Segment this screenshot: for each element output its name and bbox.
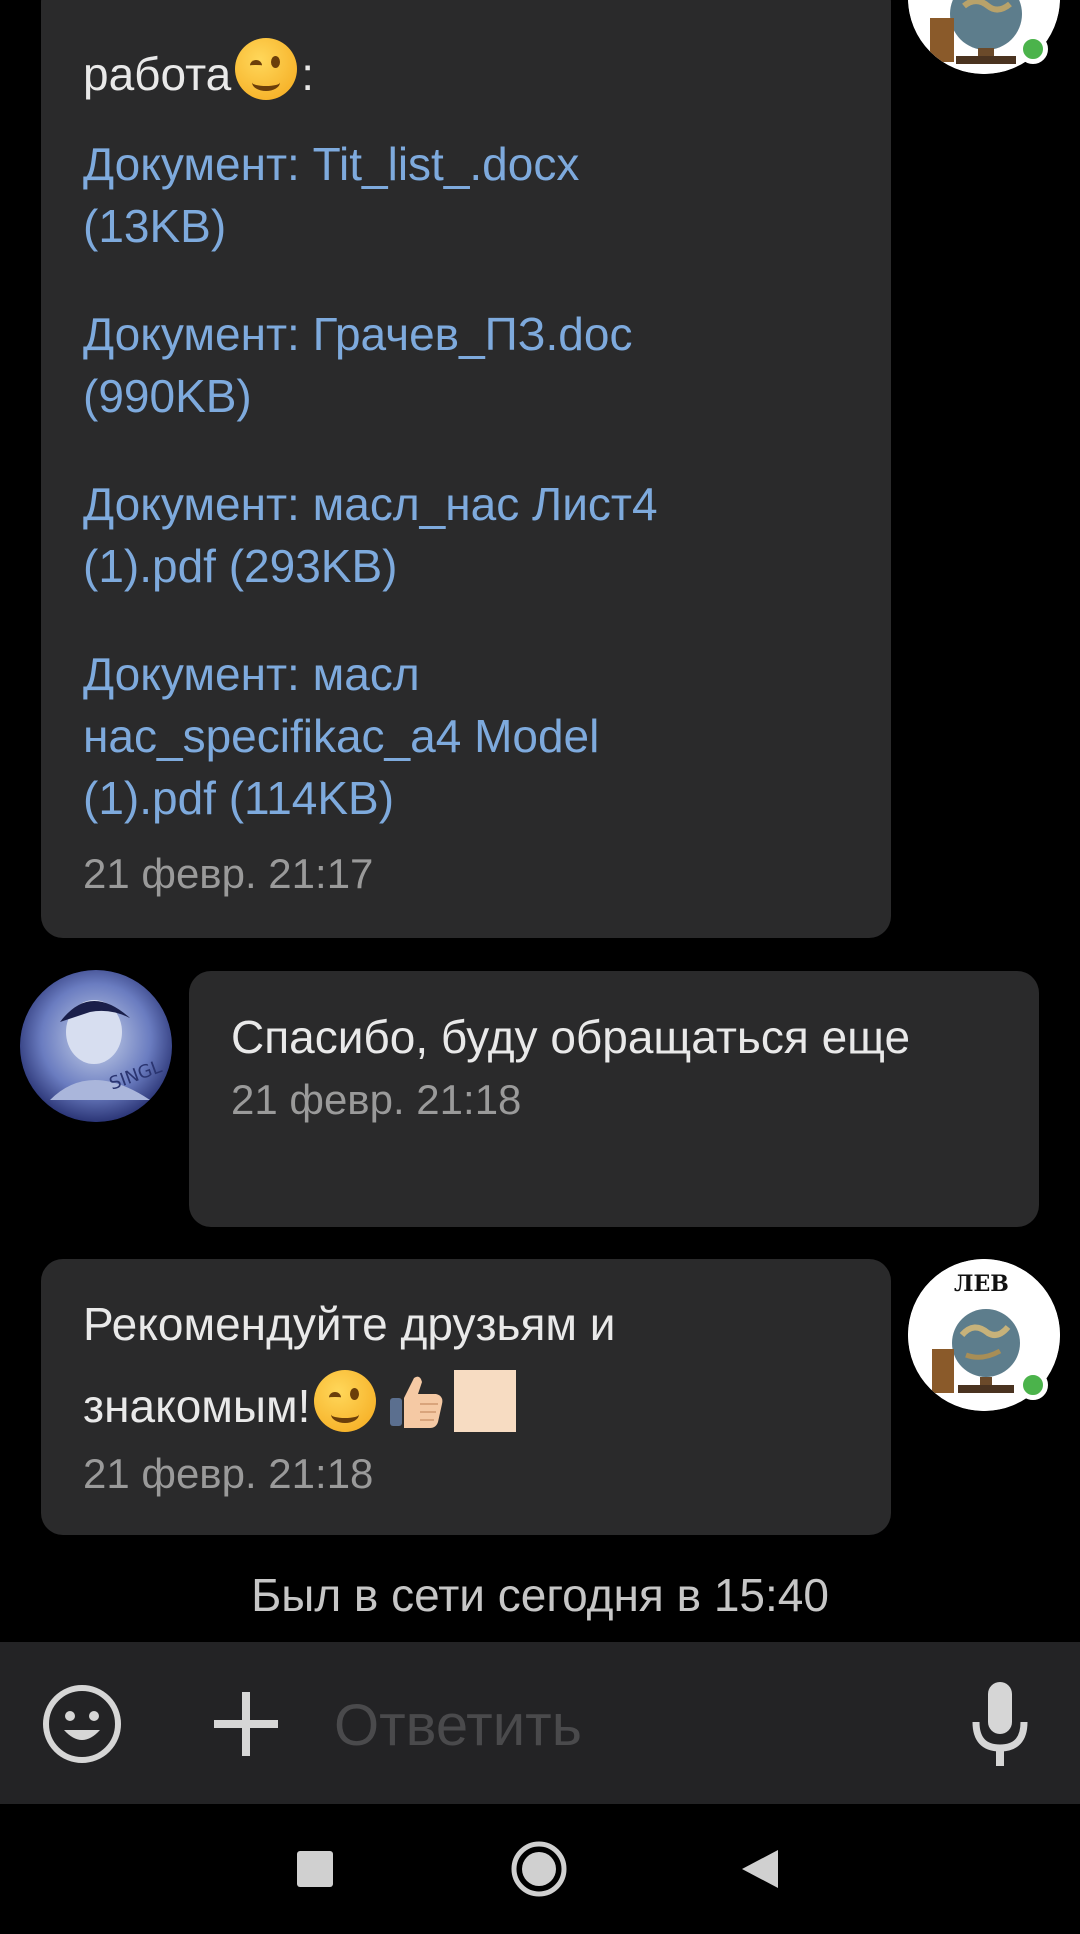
online-indicator <box>1018 34 1048 64</box>
message-bubble-incoming[interactable]: Спасибо, буду обращаться еще 21 февр. 21… <box>189 971 1039 1227</box>
document-title: Документ: Tit_list_.docx <box>83 138 580 190</box>
message-lead-suffix: : <box>301 48 315 100</box>
contact-photo-icon: SINGL <box>20 970 172 1122</box>
document-size: (1).pdf (114KB) <box>83 772 395 824</box>
message-timestamp: 21 февр. 21:18 <box>83 1450 374 1497</box>
message-lead-text: работа <box>83 48 232 100</box>
recents-button[interactable] <box>296 1850 334 1888</box>
document-title: Документ: масл_нас Лист4 <box>83 478 658 530</box>
document-title-cont: нас_specifikac_a4 Model <box>83 710 600 762</box>
message-bubble-outgoing[interactable]: работа: Документ: Tit_list_.docx (13KB) … <box>41 0 891 938</box>
back-triangle-icon <box>742 1850 778 1888</box>
home-circle-icon <box>511 1841 567 1897</box>
wink-emoji-icon <box>314 1370 377 1432</box>
message-text-line: Рекомендуйте друзьям и <box>83 1298 616 1350</box>
document-size: (13KB) <box>83 200 227 252</box>
back-button[interactable] <box>738 1848 780 1890</box>
voice-record-button[interactable] <box>964 1678 1036 1770</box>
document-title: Документ: Грачев_ПЗ.doc <box>83 308 633 360</box>
contact-avatar[interactable]: SINGL <box>20 970 172 1122</box>
document-link[interactable]: Документ: Грачев_ПЗ.doc (990KB) <box>83 303 849 427</box>
online-indicator <box>1018 1370 1048 1400</box>
plus-icon <box>214 1692 278 1756</box>
avatar-label: ЛЕВ <box>954 1271 1009 1297</box>
thumbs-up-icon <box>390 1376 443 1428</box>
attach-button[interactable] <box>208 1686 284 1762</box>
message-timestamp: 21 февр. 21:17 <box>83 850 374 897</box>
document-size: (990KB) <box>83 370 252 422</box>
message-text: Спасибо, буду обращаться еще <box>231 1011 911 1063</box>
document-title: Документ: масл <box>83 648 420 700</box>
microphone-icon <box>972 1682 1028 1766</box>
document-link[interactable]: Документ: масл_нас Лист4 (1).pdf (293KB) <box>83 473 849 597</box>
document-link[interactable]: Документ: масл нас_specifikac_a4 Model (… <box>83 643 849 829</box>
emoji-button[interactable] <box>40 1682 124 1766</box>
wink-emoji-icon <box>235 38 298 100</box>
system-nav-bar <box>0 1804 1080 1934</box>
message-composer <box>0 1642 1080 1804</box>
last-seen-status: Был в сети сегодня в 15:40 <box>251 1569 829 1621</box>
skin-tone-square-icon <box>454 1370 517 1432</box>
smiley-icon <box>43 1685 121 1763</box>
document-size: (1).pdf (293KB) <box>83 540 398 592</box>
message-text-fragment: знакомым! <box>83 1380 311 1432</box>
message-timestamp: 21 февр. 21:18 <box>231 1076 522 1123</box>
document-link[interactable]: Документ: Tit_list_.docx (13KB) <box>83 133 849 257</box>
message-text: работа: <box>83 38 849 105</box>
reply-input[interactable] <box>332 1688 936 1762</box>
chat-area[interactable]: работа: Документ: Tit_list_.docx (13KB) … <box>0 0 1080 1642</box>
square-icon <box>297 1851 333 1887</box>
message-text-line: знакомым! <box>83 1365 849 1447</box>
home-button[interactable] <box>510 1840 568 1898</box>
message-bubble-outgoing[interactable]: Рекомендуйте друзьям и знакомым! 21 февр… <box>41 1259 891 1535</box>
